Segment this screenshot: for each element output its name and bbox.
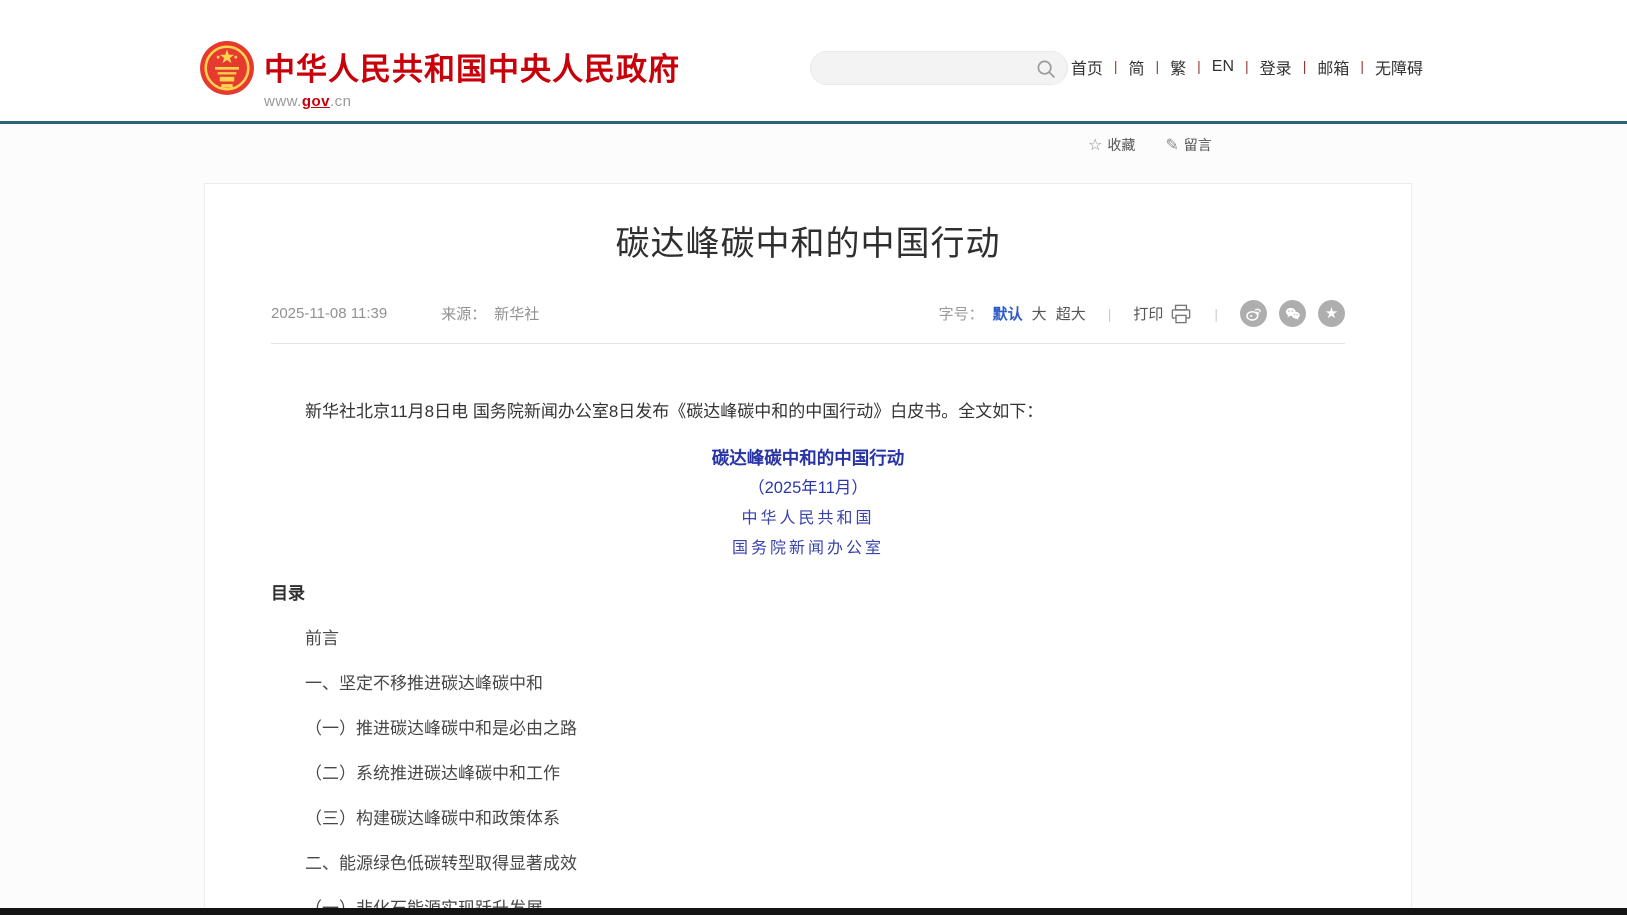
site-identity: 中华人民共和国中央人民政府 www.gov.cn [264, 44, 680, 110]
nav-separator: | [1360, 58, 1364, 74]
site-header: 中华人民共和国中央人民政府 www.gov.cn 首页 | 简 | 繁 | EN… [0, 0, 1627, 121]
source-label: 来源： [441, 303, 486, 324]
nav-traditional[interactable]: 繁 [1170, 55, 1186, 79]
qzone-star-icon: ★ [1325, 306, 1338, 321]
nav-separator: | [1303, 58, 1307, 74]
print-label: 打印 [1133, 303, 1163, 324]
pencil-icon: ✎ [1165, 135, 1178, 155]
doc-date: （2025年11月） [271, 473, 1345, 503]
fontsize-default-button[interactable]: 默认 [993, 303, 1023, 324]
toc-item: （三）构建碳达峰碳中和政策体系 [271, 804, 1345, 834]
bottom-bar [0, 908, 1627, 915]
favorite-label: 收藏 [1107, 135, 1135, 155]
publish-date: 2025-11-08 11:39 [271, 305, 387, 322]
nav-simplified[interactable]: 简 [1128, 55, 1144, 79]
url-www: www. [264, 93, 302, 110]
meta-separator: | [1108, 306, 1112, 322]
nav-separator: | [1156, 58, 1160, 74]
share-qzone-button[interactable]: ★ [1318, 300, 1345, 327]
search-input[interactable] [811, 52, 1067, 84]
article-title: 碳达峰碳中和的中国行动 [271, 218, 1345, 270]
toc-item: （一）推进碳达峰碳中和是必由之路 [271, 714, 1345, 744]
article-card: 碳达峰碳中和的中国行动 2025-11-08 11:39 来源： 新华社 字号：… [204, 183, 1412, 915]
toc-heading: 目录 [271, 579, 1345, 609]
weibo-icon [1244, 304, 1263, 323]
url-cn: .cn [330, 93, 352, 110]
site-url: www.gov.cn [264, 93, 680, 110]
fontsize-xlarge-button[interactable]: 超大 [1056, 303, 1086, 324]
top-nav: 首页 | 简 | 繁 | EN | 登录 | 邮箱 | 无障碍 [1071, 55, 1423, 79]
meta-left: 2025-11-08 11:39 来源： 新华社 [271, 303, 539, 324]
share-icons: ★ [1240, 300, 1345, 327]
comment-label: 留言 [1184, 135, 1212, 155]
search-icon[interactable] [1036, 59, 1056, 79]
article-body: 新华社北京11月8日电 国务院新闻办公室8日发布《碳达峰碳中和的中国行动》白皮书… [271, 396, 1345, 915]
nav-separator: | [1114, 58, 1118, 74]
toc-item: 二、能源绿色低碳转型取得显著成效 [271, 849, 1345, 879]
doc-title: 碳达峰碳中和的中国行动 [271, 443, 1345, 473]
url-gov: gov [302, 93, 330, 110]
page-actions: ☆ 收藏 ✎ 留言 [1088, 135, 1212, 155]
toc-item: 一、坚定不移推进碳达峰碳中和 [271, 669, 1345, 699]
nav-separator: | [1197, 58, 1201, 74]
intro-paragraph: 新华社北京11月8日电 国务院新闻办公室8日发布《碳达峰碳中和的中国行动》白皮书… [271, 396, 1345, 428]
toc-item: 前言 [271, 624, 1345, 654]
wechat-icon [1283, 304, 1302, 323]
nav-home[interactable]: 首页 [1071, 55, 1103, 79]
meta-right: 字号： 默认 大 超大 | 打印 | [939, 300, 1345, 327]
source-value: 新华社 [494, 303, 539, 324]
search-box[interactable] [810, 51, 1068, 85]
site-title: 中华人民共和国中央人民政府 [264, 44, 680, 89]
meta-separator: | [1214, 306, 1218, 322]
printer-icon [1170, 304, 1192, 324]
page: 中华人民共和国中央人民政府 www.gov.cn 首页 | 简 | 繁 | EN… [0, 0, 1627, 915]
nav-separator: | [1245, 58, 1249, 74]
meta-row: 2025-11-08 11:39 来源： 新华社 字号： 默认 大 超大 | 打… [271, 300, 1345, 344]
share-wechat-button[interactable] [1279, 300, 1306, 327]
doc-author-line: 国务院新闻办公室 [271, 533, 1345, 563]
nav-accessibility[interactable]: 无障碍 [1375, 55, 1423, 79]
fontsize-large-button[interactable]: 大 [1032, 303, 1047, 324]
nav-login[interactable]: 登录 [1260, 55, 1292, 79]
favorite-button[interactable]: ☆ 收藏 [1088, 135, 1135, 155]
star-icon: ☆ [1088, 135, 1102, 155]
doc-author-line: 中华人民共和国 [271, 503, 1345, 533]
fontsize-label: 字号： [939, 303, 984, 324]
print-button[interactable]: 打印 [1133, 303, 1192, 324]
share-weibo-button[interactable] [1240, 300, 1267, 327]
toc-item: （二）系统推进碳达峰碳中和工作 [271, 759, 1345, 789]
nav-mail[interactable]: 邮箱 [1317, 55, 1349, 79]
national-emblem-icon [199, 40, 255, 96]
content-area: ☆ 收藏 ✎ 留言 碳达峰碳中和的中国行动 2025-11-08 11:39 来… [0, 124, 1627, 908]
nav-english[interactable]: EN [1212, 58, 1234, 76]
comment-button[interactable]: ✎ 留言 [1165, 135, 1211, 155]
